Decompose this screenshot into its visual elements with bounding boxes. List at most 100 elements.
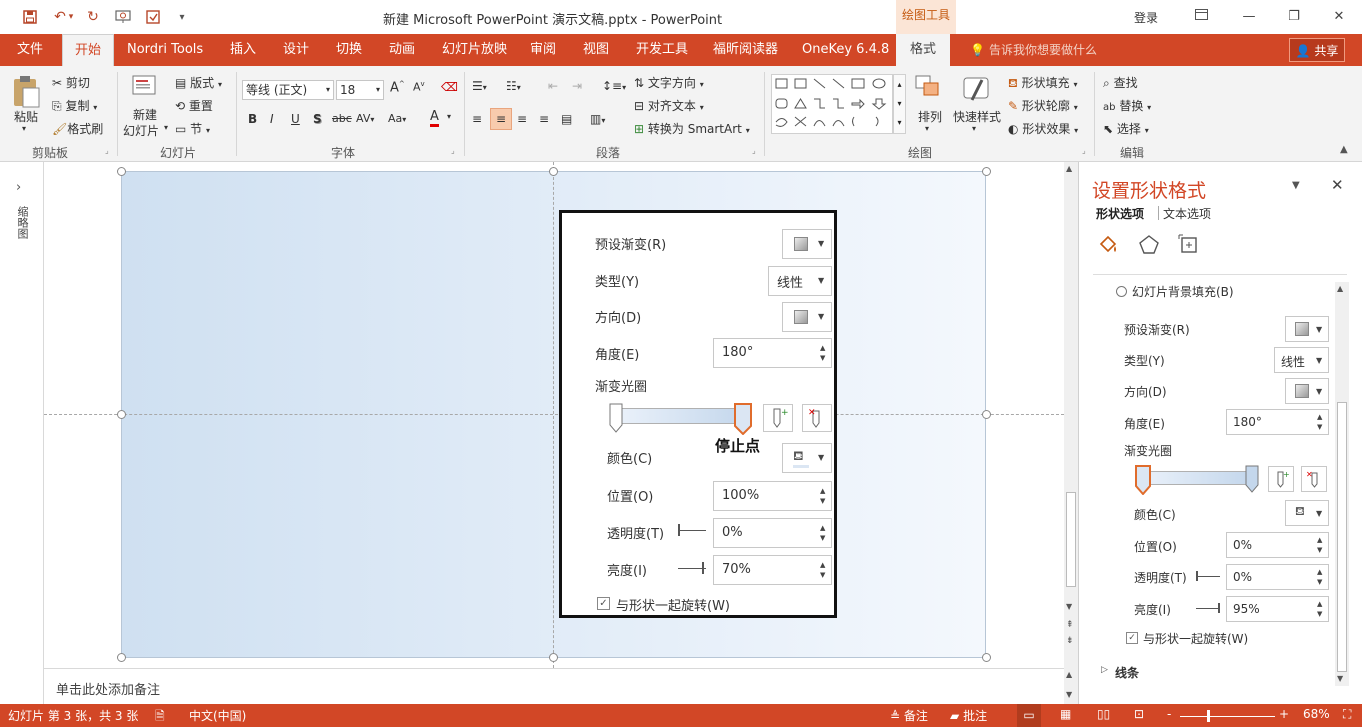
pane-brightness-slider[interactable] — [1196, 608, 1220, 609]
popup-preset-dropdown[interactable]: ▼ — [782, 229, 832, 259]
smartart-button[interactable]: ⊞ 转换为 SmartArt ▾ — [634, 120, 750, 137]
resize-handle[interactable] — [117, 653, 126, 662]
new-slide-dropdown-icon[interactable]: ▾ — [164, 123, 168, 132]
tab-format[interactable]: 格式 — [896, 34, 951, 66]
tell-me-search[interactable]: 💡 告诉我你想要做什么 — [970, 34, 1097, 66]
resize-handle[interactable] — [117, 167, 126, 176]
tab-insert[interactable]: 插入 — [230, 34, 256, 66]
slide-sorter-icon[interactable]: ▦ — [1060, 707, 1071, 721]
brightness-slider-thumb[interactable] — [702, 562, 704, 574]
restore-button[interactable]: ❐ — [1283, 6, 1305, 28]
pane-transparency-input[interactable]: 0% ▲ ▼ — [1226, 564, 1329, 590]
pane-transparency-slider[interactable] — [1196, 576, 1220, 577]
editor-vertical-scrollbar[interactable]: ▲ ▼ ⇞ ⇟ — [1064, 162, 1078, 668]
tab-foxit-reader[interactable]: 福昕阅读器 — [713, 34, 778, 66]
pane-angle-input[interactable]: 180° ▲ ▼ — [1226, 409, 1329, 435]
shrink-font-icon[interactable]: Av — [413, 80, 425, 94]
spin-down-icon[interactable]: ▼ — [1317, 578, 1325, 586]
italic-button[interactable]: I — [270, 112, 274, 126]
tab-file[interactable]: 文件 — [17, 34, 43, 66]
tab-review[interactable]: 审阅 — [530, 34, 556, 66]
pane-preset-dropdown[interactable]: ▼ — [1285, 316, 1329, 342]
undo-dropdown-icon[interactable]: ▾ — [66, 7, 76, 27]
spin-up-icon[interactable]: ▲ — [820, 344, 828, 352]
notes-pane[interactable]: 单击此处添加备注 — [44, 668, 1064, 704]
decrease-indent-icon[interactable]: ⇤ — [548, 79, 558, 93]
fill-line-icon[interactable] — [1097, 234, 1119, 259]
reset-button[interactable]: ⟲ 重置 — [175, 97, 213, 114]
shadow-button[interactable]: S — [313, 112, 322, 126]
shapes-gallery[interactable] — [771, 74, 893, 134]
grow-font-icon[interactable]: A^ — [390, 80, 405, 95]
tab-transitions[interactable]: 切换 — [336, 34, 362, 66]
scroll-thumb[interactable] — [1337, 402, 1347, 672]
paste-dropdown-icon[interactable]: ▾ — [22, 124, 26, 133]
align-center-icon[interactable]: ≡ — [490, 108, 512, 130]
pane-rotate-checkbox[interactable]: ✓ — [1126, 632, 1138, 644]
horizontal-guide[interactable] — [44, 414, 1064, 415]
text-direction-button[interactable]: ⇅ 文字方向 ▾ — [634, 74, 704, 91]
tab-onekey[interactable]: OneKey 6.4.8 — [802, 34, 889, 66]
columns-icon[interactable]: ▥▾ — [590, 112, 605, 126]
pane-add-stop-button[interactable]: + — [1268, 466, 1294, 492]
tab-view[interactable]: 视图 — [583, 34, 609, 66]
scroll-thumb[interactable] — [1066, 492, 1076, 587]
clipboard-launcher-icon[interactable]: ⌟ — [105, 146, 109, 155]
resize-handle[interactable] — [117, 410, 126, 419]
previous-slide-icon[interactable]: ⇞ — [1066, 620, 1074, 630]
spin-down-icon[interactable]: ▼ — [820, 497, 828, 505]
replace-button[interactable]: ab 替换 ▾ — [1103, 97, 1151, 114]
spin-down-icon[interactable]: ▼ — [820, 354, 828, 362]
tab-animations[interactable]: 动画 — [389, 34, 415, 66]
change-case-button[interactable]: Aa▾ — [388, 112, 406, 125]
spin-down-icon[interactable]: ▼ — [820, 571, 828, 579]
paragraph-launcher-icon[interactable]: ⌟ — [752, 146, 756, 155]
popup-gradient-stop-bar[interactable] — [617, 408, 747, 424]
new-slide-label-1[interactable]: 新建 — [133, 106, 157, 123]
spin-up-icon[interactable]: ▲ — [820, 487, 828, 495]
popup-rotate-checkbox[interactable]: ✓ — [597, 597, 610, 610]
notes-placeholder[interactable]: 单击此处添加备注 — [56, 679, 160, 698]
save-icon[interactable] — [20, 7, 40, 27]
gradient-stop-marker-start[interactable] — [609, 403, 623, 436]
redo-icon[interactable]: ↻ — [83, 7, 103, 27]
spin-up-icon[interactable]: ▲ — [820, 524, 828, 532]
resize-handle[interactable] — [982, 410, 991, 419]
new-slide-icon[interactable] — [131, 74, 159, 102]
spin-up-icon[interactable]: ▲ — [1317, 600, 1325, 608]
transparency-slider[interactable] — [678, 530, 706, 531]
bold-button[interactable]: B — [248, 112, 257, 126]
notes-toggle[interactable]: ≜ 备注 — [890, 707, 928, 724]
paste-button[interactable]: 粘贴 — [14, 108, 38, 125]
slideshow-view-icon[interactable]: ⊡ — [1134, 707, 1144, 721]
pane-direction-dropdown[interactable]: ▼ — [1285, 378, 1329, 404]
scroll-up-arrow[interactable]: ▲ — [1337, 284, 1343, 293]
pane-gradient-stop-bar[interactable] — [1141, 471, 1251, 485]
shape-outline-button[interactable]: ✎ 形状轮廓 ▾ — [1008, 97, 1078, 114]
font-color-dropdown-icon[interactable]: ▾ — [447, 112, 451, 121]
spin-up-icon[interactable]: ▲ — [1317, 413, 1325, 421]
pane-brightness-input[interactable]: 95% ▲ ▼ — [1226, 596, 1329, 622]
popup-brightness-input[interactable]: 70% ▲ ▼ — [713, 555, 832, 585]
quick-styles-icon[interactable] — [962, 74, 992, 104]
char-spacing-button[interactable]: AV▾ — [356, 112, 374, 125]
spin-down-icon[interactable]: ▼ — [1317, 423, 1325, 431]
tab-nordri-tools[interactable]: Nordri Tools — [127, 34, 203, 66]
login-link[interactable]: 登录 — [1134, 9, 1158, 26]
tab-home[interactable]: 开始 — [62, 34, 115, 66]
add-gradient-stop-button[interactable]: + — [763, 404, 793, 432]
popup-direction-dropdown[interactable]: ▼ — [782, 302, 832, 332]
justify-icon[interactable]: ≡ — [539, 112, 549, 126]
comments-toggle[interactable]: ▰ 批注 — [950, 707, 987, 724]
expand-thumbnails-icon[interactable]: › — [16, 180, 21, 195]
effects-pentagon-icon[interactable] — [1138, 234, 1160, 259]
spin-down-icon[interactable]: ▼ — [1317, 546, 1325, 554]
paste-icon[interactable] — [10, 74, 42, 108]
gradient-stop-marker-selected[interactable] — [734, 403, 752, 438]
shape-effects-button[interactable]: ◐ 形状效果 ▾ — [1008, 120, 1078, 137]
cut-button[interactable]: ✂ 剪切 — [52, 74, 90, 91]
zoom-level[interactable]: 68% — [1303, 707, 1330, 721]
resize-handle[interactable] — [549, 167, 558, 176]
line-spacing-icon[interactable]: ↕≡▾ — [602, 79, 626, 93]
language-indicator[interactable]: 中文(中国) — [189, 707, 246, 724]
